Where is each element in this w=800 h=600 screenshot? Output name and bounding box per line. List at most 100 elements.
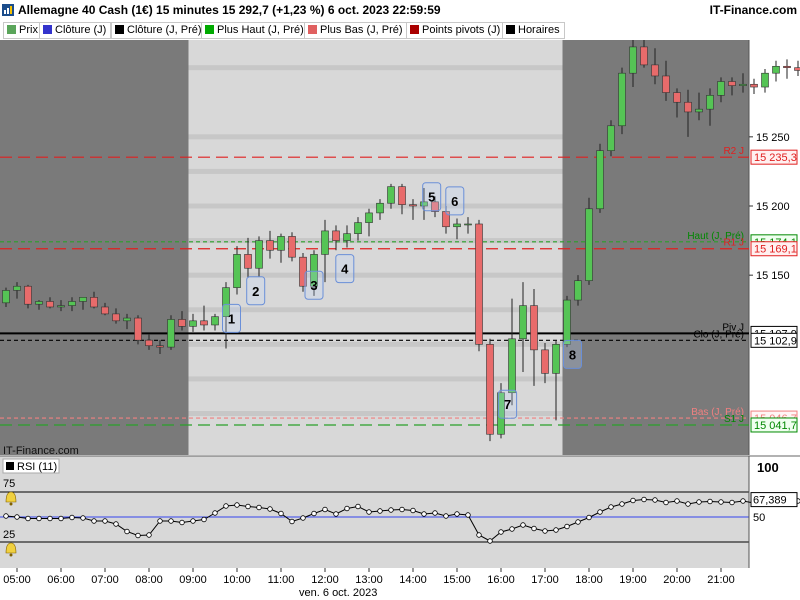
- annotation-label: 5: [428, 190, 435, 205]
- x-tick-label: 20:00: [663, 574, 691, 586]
- candle-body: [24, 285, 32, 305]
- rsi-point: [179, 519, 185, 526]
- rsi-point: [47, 515, 53, 522]
- rsi-point: [102, 518, 108, 524]
- candle-body: [332, 230, 340, 241]
- x-tick-label: 10:00: [223, 574, 251, 586]
- bell-clapper: [9, 553, 13, 557]
- annotation-label: 6: [451, 194, 458, 209]
- candle-body: [717, 81, 725, 96]
- candle-body: [233, 254, 241, 288]
- x-tick-label: 12:00: [311, 574, 339, 586]
- grid-band: [188, 376, 563, 382]
- candle-body: [365, 212, 373, 223]
- rsi-point: [586, 514, 592, 521]
- candle-body: [409, 204, 417, 207]
- rsi-point: [421, 511, 427, 517]
- x-tick-label: 06:00: [47, 574, 75, 586]
- rsi-point: [124, 528, 130, 535]
- candle-body: [695, 108, 703, 113]
- rsi-point: [509, 526, 515, 532]
- candle: [475, 219, 483, 352]
- rsi-point: [344, 505, 350, 512]
- rsi-point: [432, 510, 438, 516]
- candle-body: [277, 236, 285, 251]
- candle-body: [189, 320, 197, 327]
- x-tick-label: 21:00: [707, 574, 735, 586]
- annotation-label: 7: [504, 397, 511, 412]
- rsi-point: [674, 498, 680, 504]
- level-value-label: 15 041,7: [754, 420, 797, 432]
- candle-body: [453, 223, 461, 228]
- annotation-label: 2: [252, 284, 259, 299]
- level-name: R1 J: [723, 238, 744, 249]
- rsi-point: [377, 508, 383, 514]
- candle-body: [673, 92, 681, 103]
- rsi-point: [311, 510, 317, 517]
- rsi-point: [267, 506, 273, 512]
- candle-body: [156, 345, 164, 348]
- candle-body: [486, 344, 494, 435]
- rsi-point: [80, 515, 86, 521]
- level-name: S1 J: [724, 414, 744, 425]
- x-tick-label: 11:00: [268, 574, 295, 586]
- candle-body: [123, 317, 131, 322]
- candle-body: [596, 150, 604, 210]
- rsi-point: [212, 510, 218, 516]
- candle-body: [266, 240, 274, 251]
- rsi-point: [223, 503, 229, 509]
- candle-body: [68, 301, 76, 306]
- rsi-point: [443, 513, 449, 519]
- rsi-point: [58, 515, 64, 522]
- rsi-point: [300, 515, 306, 521]
- rsi-point: [454, 511, 460, 517]
- grid-band: [188, 65, 563, 71]
- grid-band: [188, 203, 563, 209]
- date-label: ven. 6 oct. 2023: [299, 587, 377, 599]
- candle-body: [244, 254, 252, 269]
- candle-body: [167, 319, 175, 348]
- rsi-level-low-label: 25: [3, 529, 15, 541]
- candle: [563, 295, 571, 348]
- y-tick-label: 15 250: [756, 132, 790, 144]
- level-name: R2 J: [723, 146, 744, 157]
- rsi-point: [630, 497, 636, 504]
- rsi-point: [278, 510, 284, 517]
- rsi-point: [333, 511, 339, 517]
- rsi-point: [322, 506, 328, 513]
- level-name: Clo (J, Pré): [693, 329, 744, 340]
- rsi-point: [135, 532, 141, 539]
- rsi-point: [619, 501, 625, 507]
- rsi-point: [146, 532, 152, 538]
- level-value-label: 15 235,3: [754, 152, 797, 164]
- x-tick-label: 07:00: [91, 574, 119, 586]
- rsi-point: [531, 525, 537, 532]
- annotation-label: 4: [341, 262, 349, 277]
- rsi-point: [91, 518, 97, 524]
- rsi-point: [487, 538, 493, 544]
- candle-body: [508, 338, 516, 394]
- x-tick-label: 16:00: [487, 574, 515, 586]
- candle: [134, 315, 142, 345]
- candle-body: [607, 125, 615, 151]
- rsi-point: [69, 514, 75, 521]
- x-tick-label: 15:00: [443, 574, 471, 586]
- x-tick-label: 13:00: [355, 574, 383, 586]
- bell-body: [5, 542, 17, 554]
- candle: [618, 67, 626, 135]
- rsi-point: [201, 516, 207, 523]
- grid-band: [188, 134, 563, 140]
- annotation-label: 3: [310, 278, 317, 293]
- x-tick-label: 09:00: [179, 574, 207, 586]
- candle-body: [321, 230, 329, 255]
- candle-body: [541, 349, 549, 374]
- candle-body: [211, 316, 219, 326]
- candle-body: [706, 95, 714, 110]
- candle-body: [200, 320, 208, 326]
- rsi-value-label: 67,389: [753, 495, 787, 507]
- candle-body: [387, 186, 395, 204]
- candle: [486, 338, 494, 442]
- rsi-scale-mid: 50: [753, 512, 765, 524]
- x-tick-label: 14:00: [399, 574, 427, 586]
- rsi-point: [256, 504, 262, 511]
